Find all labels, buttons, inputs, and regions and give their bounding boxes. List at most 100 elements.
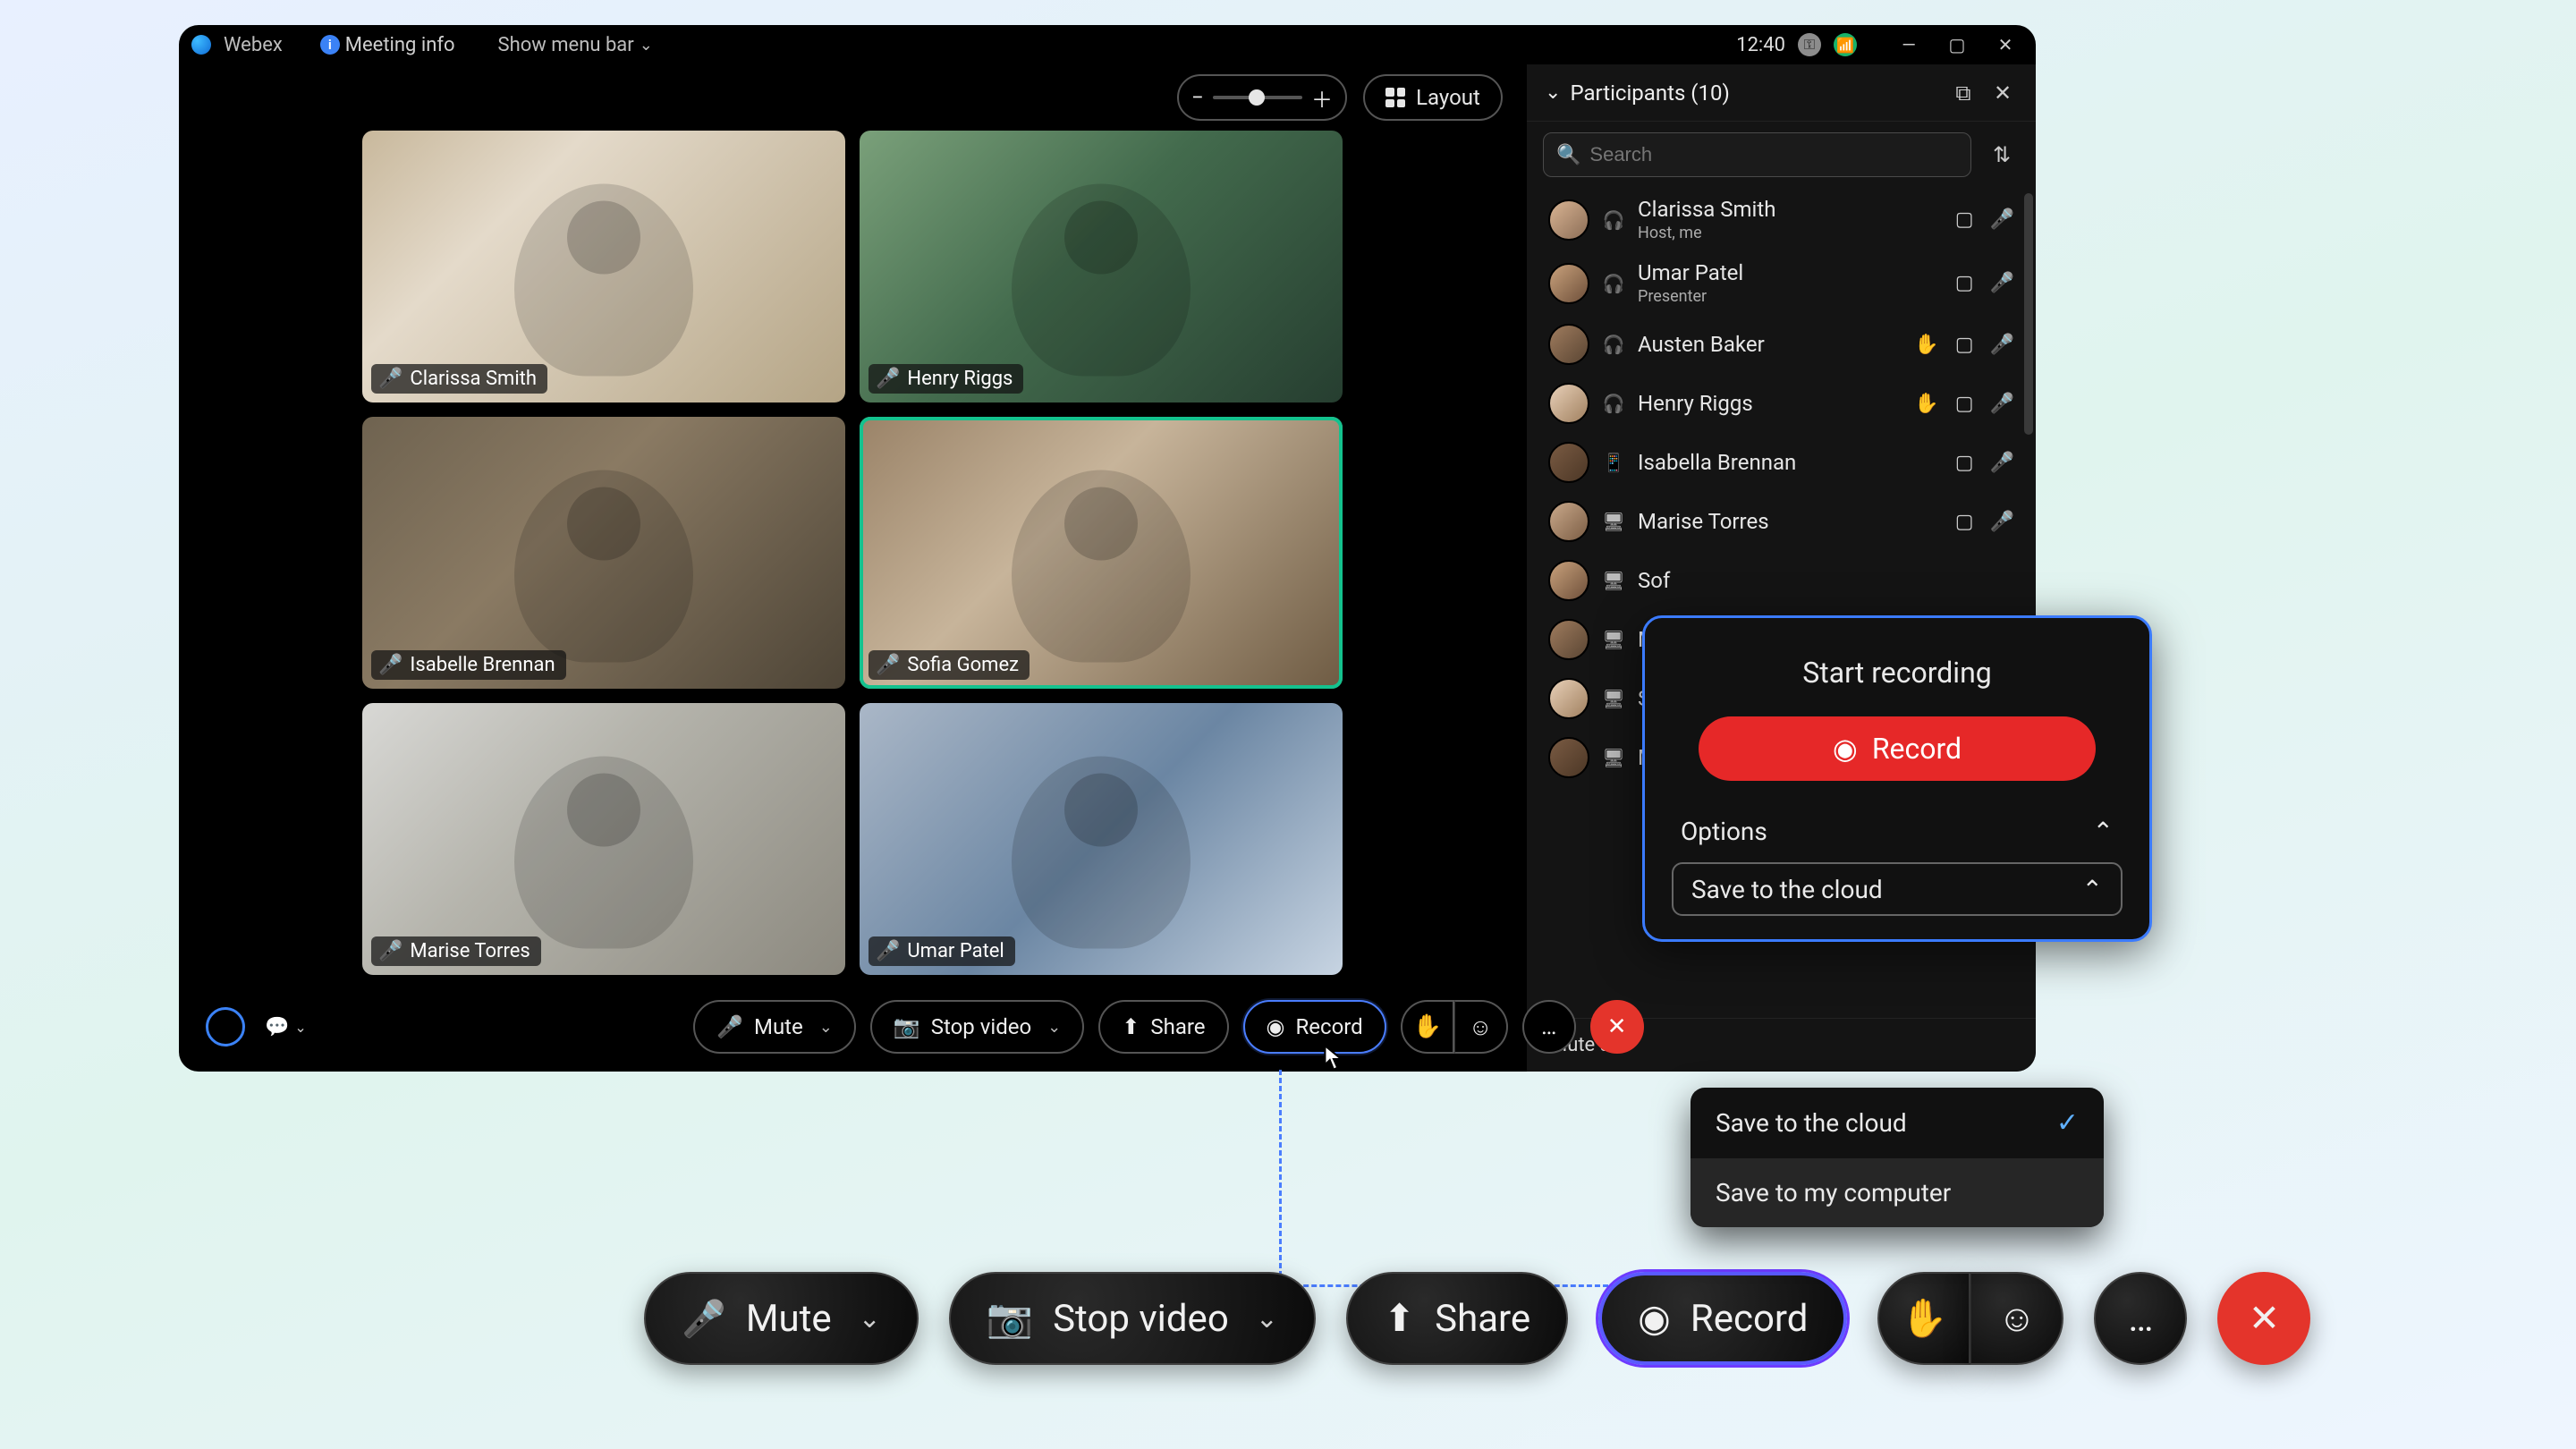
participant-row[interactable]: 🎧 Henry Riggs ✋▢🎤 [1527,374,2036,433]
window-maximize-button[interactable]: ▢ [1939,34,1975,55]
meeting-info-button[interactable]: i Meeting info [320,34,455,56]
end-call-button[interactable]: ✕ [1590,1000,1644,1054]
zoom-control[interactable]: − ＋ [1177,74,1347,121]
tile-name-bar: 🎤 Henry Riggs [869,364,1023,394]
show-menu-bar-button[interactable]: Show menu bar ⌄ [498,34,653,56]
participant-row[interactable]: 📱 Isabella Brennan ▢🎤 [1527,433,2036,492]
record-button[interactable]: ◉ Record [1243,1000,1386,1054]
avatar [1548,560,1589,601]
participant-role: Host, me [1638,224,1943,242]
participant-row[interactable]: 🖥 Marise Torres ▢🎤 [1527,492,2036,551]
assistant-ring-icon[interactable] [206,1007,245,1046]
video-tile[interactable]: 🎤 Umar Patel [860,703,1343,975]
zoom-share-button[interactable]: ⬆ Share [1346,1272,1568,1365]
mic-icon: 🎤 [682,1298,726,1340]
app-control-bar: 💬 ⌄ 🎤 Mute ⌄ 📷 Stop video ⌄ ⬆ Share ◉ Re… [179,995,2036,1059]
save-location-select[interactable]: Save to the cloud ⌃ [1672,862,2123,916]
video-tile-active[interactable]: 🎤 Sofia Gomez [860,417,1343,689]
mic-on-icon: 🎤 [876,654,900,676]
scrollbar[interactable] [2024,193,2033,435]
zoom-more-options-button[interactable]: … [2094,1272,2187,1365]
window-minimize-button[interactable]: ― [1891,34,1927,55]
chat-button[interactable]: 💬 ⌄ [258,1011,314,1044]
zoom-raise-hand-button[interactable]: ✋ [1877,1272,1970,1365]
stop-video-button[interactable]: 📷 Stop video ⌄ [870,1000,1084,1054]
chevron-down-icon[interactable]: ⌄ [859,1303,881,1335]
participant-name: Umar Patel [1638,260,1943,285]
participant-row[interactable]: 🎧 Austen Baker ✋▢🎤 [1527,315,2036,374]
record-icon: ◉ [1638,1296,1671,1341]
layout-button[interactable]: Layout [1363,74,1503,121]
tile-name-bar: 🎤 Clarissa Smith [371,364,547,394]
zoom-out-icon[interactable]: − [1191,85,1204,110]
dropdown-option-label: Save to my computer [1716,1178,1951,1208]
zoom-handle[interactable] [1249,89,1265,106]
record-start-button[interactable]: ◉ Record [1699,716,2096,781]
mute-button[interactable]: 🎤 Mute ⌄ [693,1000,856,1054]
chevron-down-icon[interactable]: ⌄ [1256,1303,1278,1335]
close-panel-icon[interactable]: ✕ [1987,78,2018,108]
tile-name-bar: 🎤 Marise Torres [371,936,541,966]
participant-row[interactable]: 🎧 Clarissa SmithHost, me ▢🎤 [1527,188,2036,251]
chevron-down-icon[interactable]: ⌄ [819,1018,833,1037]
zoom-record-label: Record [1690,1297,1809,1341]
zoom-mute-button[interactable]: 🎤 Mute ⌄ [644,1272,919,1365]
video-tile[interactable]: 🎤 Isabelle Brennan [362,417,845,689]
zoom-record-button[interactable]: ◉ Record [1598,1272,1847,1365]
chevron-down-icon[interactable]: ⌄ [1545,81,1561,104]
options-row[interactable]: Options ⌃ [1645,815,2149,862]
record-icon: ◉ [1267,1014,1285,1039]
zoom-reactions-pair: ✋ ☺ [1877,1272,2063,1365]
share-label: Share [1150,1014,1205,1039]
avatar [1548,678,1589,719]
security-lock-icon[interactable]: ⚿ [1798,33,1821,56]
participant-row[interactable]: 🖥 Sof [1527,551,2036,610]
chevron-up-icon: ⌃ [2093,817,2114,846]
camera-icon: 📷 [987,1297,1033,1341]
zoom-reactions-button[interactable]: ☺ [1970,1272,2063,1365]
raise-hand-button[interactable]: ✋ [1401,1000,1454,1054]
record-label: Record [1295,1014,1362,1039]
reactions-pair: ✋ ☺ [1401,1000,1508,1054]
device-desktop-icon: 🖥 [1602,570,1625,591]
callout-line [1279,1070,1282,1284]
video-grid: 🎤 Clarissa Smith 🎤 Henry Riggs 🎤 Is [179,131,1526,984]
chevron-down-icon[interactable]: ⌄ [1047,1018,1061,1037]
window-close-button[interactable]: ✕ [1987,34,2023,55]
zoom-in-icon[interactable]: ＋ [1311,82,1333,114]
more-options-button[interactable]: … [1522,1000,1576,1054]
chevron-down-icon: ⌄ [294,1019,306,1036]
search-input-wrapper[interactable]: 🔍 [1543,132,1971,177]
chevron-down-icon: ⌄ [640,36,653,55]
mic-on-icon: 🎤 [1990,208,2014,231]
video-tile[interactable]: 🎤 Marise Torres [362,703,845,975]
avatar [1548,442,1589,483]
participant-row[interactable]: 🎧 Umar PatelPresenter ▢🎤 [1527,251,2036,315]
zoom-stop-video-button[interactable]: 📷 Stop video ⌄ [949,1272,1316,1365]
sort-button[interactable]: ⇅ [1984,137,2020,173]
grid-toolbar: − ＋ Layout [179,64,1526,131]
device-headset-icon: 🎧 [1602,273,1625,294]
popout-icon[interactable]: ⧉ [1948,78,1979,108]
mic-on-icon: 🎤 [876,940,900,962]
zoom-end-call-button[interactable]: ✕ [2217,1272,2310,1365]
zoom-slider[interactable] [1213,96,1302,99]
tile-name: Henry Riggs [907,368,1013,390]
dropdown-option-computer[interactable]: Save to my computer [1690,1158,2104,1227]
record-button-label: Record [1872,732,1962,766]
avatar [1548,501,1589,542]
video-tile[interactable]: 🎤 Clarissa Smith [362,131,845,402]
connection-quality-icon[interactable]: 📶 [1834,33,1857,56]
reactions-button[interactable]: ☺ [1454,1000,1508,1054]
device-headset-icon: 🎧 [1602,209,1625,231]
search-input[interactable] [1589,143,1958,166]
dropdown-option-cloud[interactable]: Save to the cloud ✓ [1690,1088,2104,1158]
mic-off-icon: 🎤 [1990,511,2014,533]
share-button[interactable]: ⬆ Share [1098,1000,1228,1054]
camera-icon: ▢ [1955,452,1974,474]
zoom-share-label: Share [1435,1297,1530,1341]
search-icon: 🔍 [1556,144,1580,166]
device-desktop-icon: 🖥 [1602,511,1625,532]
mic-icon: 🎤 [716,1014,743,1039]
video-tile[interactable]: 🎤 Henry Riggs [860,131,1343,402]
